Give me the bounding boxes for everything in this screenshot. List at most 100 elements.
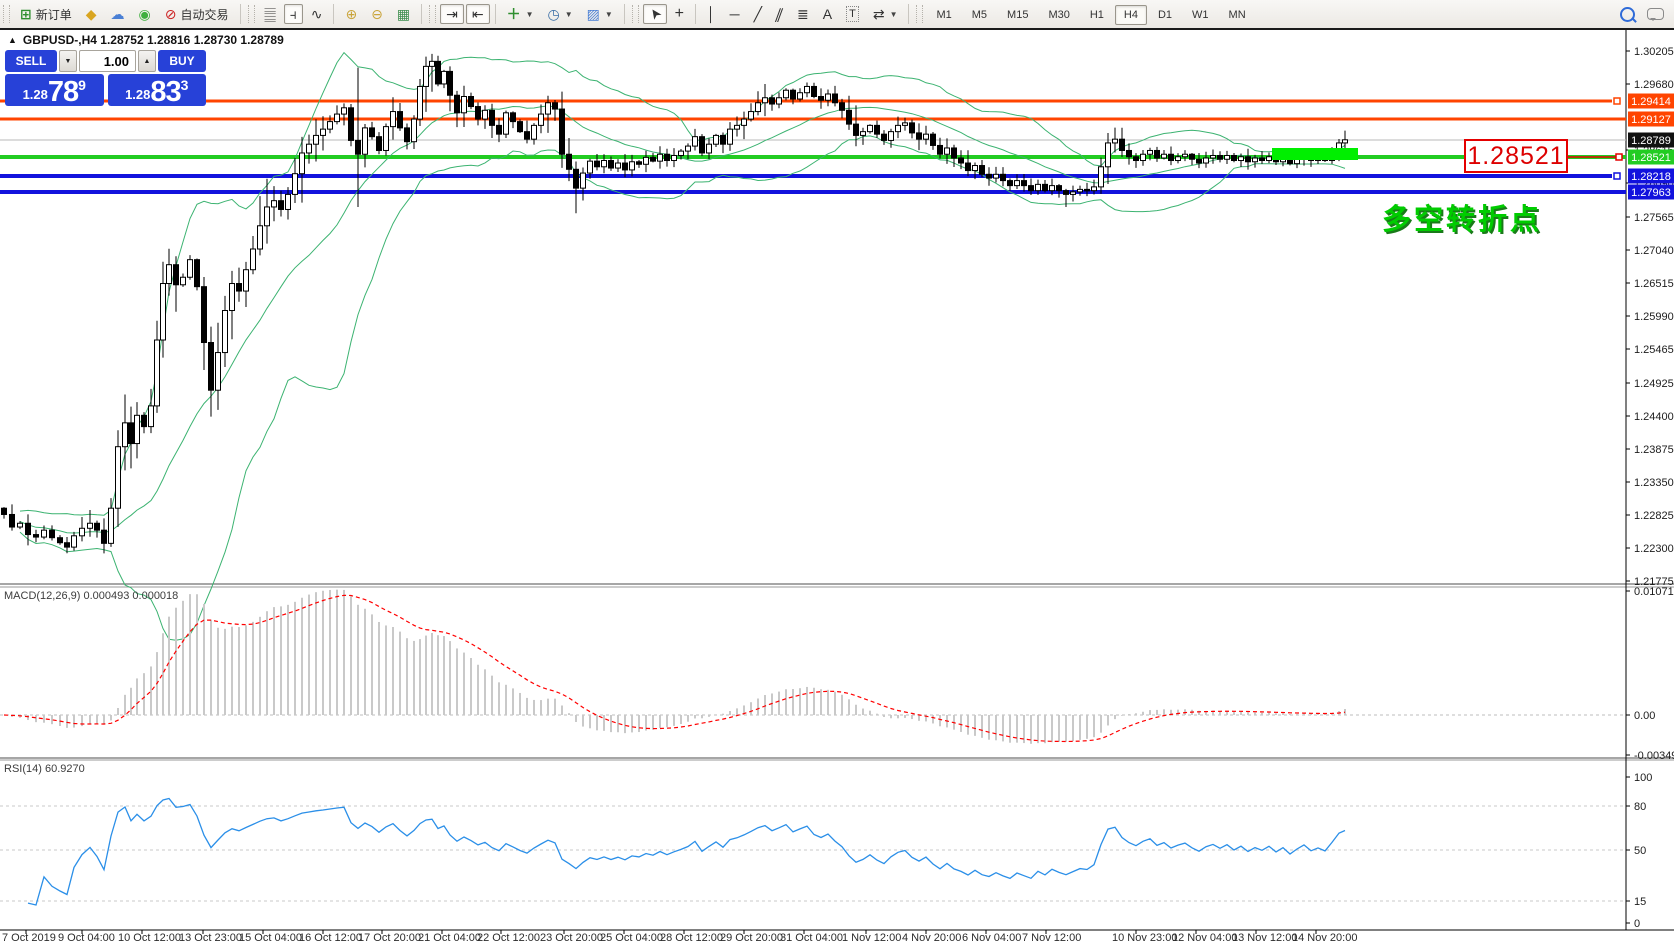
profiles-button[interactable]: ◆ (80, 4, 103, 24)
timeframe-h1[interactable]: H1 (1081, 5, 1113, 25)
timeframe-m15[interactable]: M15 (998, 5, 1037, 25)
svg-text:-0.003492: -0.003492 (1634, 750, 1674, 762)
line-chart-button[interactable]: ∿ (305, 4, 329, 24)
rsi-header: RSI(14) 60.9270 (4, 763, 85, 775)
horizontal-line-button[interactable]: ─ (724, 4, 746, 24)
turning-point-annotation[interactable]: 多空转折点 (1382, 196, 1542, 238)
text-icon: A (823, 7, 832, 21)
timeframe-d1[interactable]: D1 (1149, 5, 1181, 25)
time-label: 10 Nov 23:00 (1112, 932, 1177, 944)
trendline-button[interactable]: ╱ (748, 4, 768, 24)
toolbar-grip[interactable] (3, 5, 10, 23)
symbol-header: ▲ GBPUSD-,H4 1.28752 1.28816 1.28730 1.2… (8, 33, 284, 47)
time-label: 6 Nov 04:00 (962, 932, 1021, 944)
auto-scroll-button[interactable]: ⇥ (440, 4, 464, 24)
svg-text:1.28521: 1.28521 (1631, 152, 1671, 164)
text-button[interactable]: A (817, 4, 838, 24)
time-label: 16 Oct 12:00 (299, 932, 362, 944)
macd-header: MACD(12,26,9) 0.000493 0.000018 (4, 590, 178, 602)
svg-text:1.29127: 1.29127 (1631, 114, 1671, 126)
chart-shift-button[interactable]: ⇤ (466, 4, 490, 24)
buy-price-sup: 3 (181, 77, 189, 93)
symbol-ohlc-text: GBPUSD-,H4 1.28752 1.28816 1.28730 1.287… (23, 33, 284, 47)
volume-increase-button[interactable]: ▲ (138, 50, 156, 72)
svg-text:1.29680: 1.29680 (1634, 79, 1674, 91)
crosshair-button[interactable]: + (669, 4, 690, 24)
timeframe-m5[interactable]: M5 (963, 5, 996, 25)
timeframe-m30[interactable]: M30 (1039, 5, 1078, 25)
price-annotation-box[interactable]: 1.28521 (1464, 139, 1568, 173)
timeframe-mn[interactable]: MN (1220, 5, 1255, 25)
time-label: 21 Oct 04:00 (418, 932, 481, 944)
timeframe-h4[interactable]: H4 (1115, 5, 1147, 25)
indicators-icon: ＋ (507, 7, 521, 21)
svg-text:0.00: 0.00 (1634, 710, 1655, 722)
templates-button[interactable]: ▨ ▼ (581, 4, 619, 24)
fibonacci-icon: ≣ (797, 7, 809, 21)
highlight-zone[interactable] (1272, 148, 1358, 160)
time-label: 12 Nov 04:00 (1172, 932, 1237, 944)
tile-windows-button[interactable]: ▦ (391, 4, 416, 24)
community-button[interactable]: ☁ (105, 4, 131, 24)
arrows-button[interactable]: ⇄ ▼ (867, 4, 904, 24)
time-label: 17 Oct 20:00 (358, 932, 421, 944)
chart-shift-icon: ⇤ (472, 7, 484, 21)
new-order-button[interactable]: ⊞ 新订单 (14, 4, 78, 24)
vertical-line-button[interactable]: │ (701, 4, 722, 24)
bar-chart-button[interactable]: 𝄛 (259, 4, 282, 24)
chat-icon[interactable] (1647, 8, 1664, 20)
svg-text:1.22300: 1.22300 (1634, 543, 1674, 555)
time-label: 4 Nov 20:00 (902, 932, 961, 944)
svg-text:1.24925: 1.24925 (1634, 378, 1674, 390)
svg-text:100: 100 (1634, 772, 1652, 784)
time-label: 29 Oct 20:00 (720, 932, 783, 944)
channel-button[interactable]: ∥ (770, 4, 789, 24)
zoom-in-icon: ⊕ (345, 7, 357, 21)
svg-text:1.23875: 1.23875 (1634, 444, 1674, 456)
svg-text:1.23350: 1.23350 (1634, 477, 1674, 489)
time-label: 7 Nov 12:00 (1022, 932, 1081, 944)
svg-text:1.28218: 1.28218 (1631, 171, 1671, 183)
zoom-out-button[interactable]: ⊖ (365, 4, 389, 24)
templates-icon: ▨ (587, 7, 600, 21)
volume-input[interactable]: 1.00 (79, 50, 136, 72)
svg-text:1.27565: 1.27565 (1634, 212, 1674, 224)
cursor-button[interactable]: ➤ (643, 4, 667, 24)
collapse-icon[interactable]: ▲ (8, 35, 17, 45)
sell-price[interactable]: 1.28 78 9 (5, 74, 104, 106)
trendline-icon: ╱ (754, 7, 762, 21)
search-icon[interactable] (1620, 7, 1635, 22)
crosshair-icon: + (675, 7, 684, 21)
svg-text:1.28789: 1.28789 (1631, 135, 1671, 147)
buy-price-prefix: 1.28 (125, 87, 150, 102)
auto-trading-button[interactable]: ⊘ 自动交易 (159, 4, 235, 24)
sell-button[interactable]: SELL (5, 50, 57, 72)
horizontal-line-icon: ─ (730, 7, 740, 21)
time-label: 10 Oct 12:00 (118, 932, 181, 944)
time-label: 1 Nov 12:00 (842, 932, 901, 944)
auto-scroll-icon: ⇥ (446, 7, 458, 21)
svg-text:1.25990: 1.25990 (1634, 311, 1674, 323)
svg-text:1.29414: 1.29414 (1631, 96, 1671, 108)
timeframe-w1[interactable]: W1 (1183, 5, 1218, 25)
volume-decrease-button[interactable]: ▼ (59, 50, 77, 72)
candlestick-chart-button[interactable]: ⫞ (284, 4, 303, 24)
timeframe-m1[interactable]: M1 (927, 5, 960, 25)
tile-windows-icon: ▦ (397, 7, 410, 21)
periods-button[interactable]: ◷ ▼ (542, 4, 579, 24)
zoom-out-icon: ⊖ (371, 7, 383, 21)
time-label: 7 Oct 2019 (2, 932, 56, 944)
buy-button[interactable]: BUY (158, 50, 206, 72)
fibonacci-button[interactable]: ≣ (791, 4, 815, 24)
text-label-button[interactable]: T (840, 4, 865, 24)
svg-text:50: 50 (1634, 845, 1646, 857)
buy-price[interactable]: 1.28 83 3 (108, 74, 207, 106)
zoom-in-button[interactable]: ⊕ (339, 4, 363, 24)
time-label: 9 Oct 04:00 (58, 932, 115, 944)
chart-canvas[interactable]: 1.302051.296801.286151.280901.275651.270… (0, 0, 1674, 948)
text-label-icon: T (846, 6, 859, 22)
vertical-line-icon: │ (707, 7, 716, 21)
time-label: 28 Oct 12:00 (660, 932, 723, 944)
indicators-button[interactable]: ＋ ▼ (501, 4, 540, 24)
signals-button[interactable]: ◉ (133, 4, 157, 24)
